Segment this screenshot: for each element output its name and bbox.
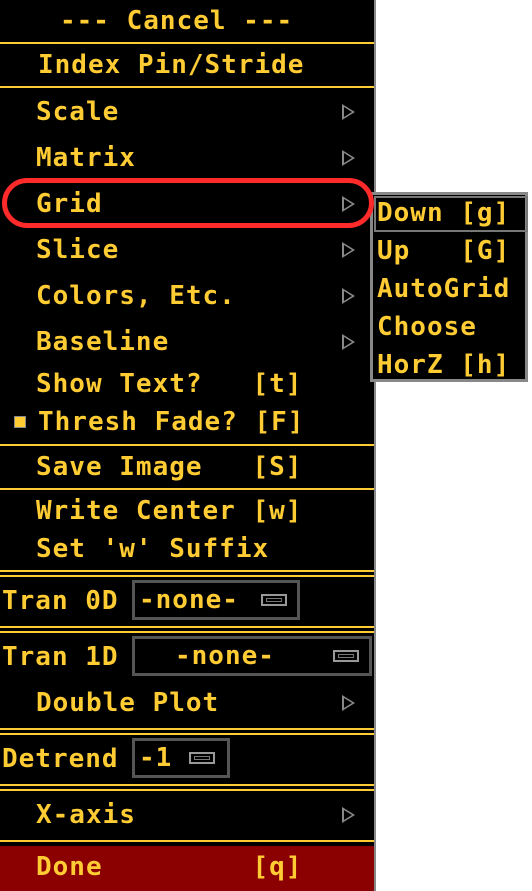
separator — [0, 789, 374, 791]
separator — [0, 42, 374, 44]
option-menu-button-icon — [189, 752, 215, 764]
submenu-arrow-icon — [342, 150, 355, 166]
separator — [0, 86, 374, 88]
detrend-label: Detrend — [2, 744, 119, 774]
tran-0d-label: Tran 0D — [2, 586, 119, 616]
option-menu-button-icon — [333, 650, 359, 662]
submenu-arrow-icon — [342, 288, 355, 304]
separator — [0, 570, 374, 572]
colors-etc-menu-item[interactable]: Colors, Etc. — [36, 281, 236, 311]
grid-autogrid-item[interactable]: AutoGrid — [377, 274, 510, 304]
slice-menu-item[interactable]: Slice — [36, 235, 119, 265]
separator — [0, 733, 374, 735]
x-axis-menu-item[interactable]: X-axis — [36, 800, 136, 830]
separator — [0, 626, 374, 628]
double-plot-menu-item[interactable]: Double Plot — [36, 688, 219, 718]
grid-up-item[interactable]: Up [G] — [377, 236, 510, 266]
tran-1d-label: Tran 1D — [2, 642, 119, 672]
toggle-on-indicator-icon — [14, 416, 26, 428]
option-menu-button-icon — [261, 594, 287, 606]
submenu-arrow-icon — [342, 334, 355, 350]
grid-choose-item[interactable]: Choose — [377, 312, 477, 342]
save-image-item[interactable]: Save Image [S] — [36, 452, 302, 482]
tran-1d-value: -none- — [175, 641, 275, 671]
tran-0d-value: -none- — [139, 585, 239, 615]
grid-highlight-annotation — [2, 178, 374, 228]
grid-horz-item[interactable]: HorZ [h] — [377, 350, 510, 380]
grid-down-item[interactable]: Down [g] — [377, 198, 510, 228]
detrend-value: -1 — [139, 743, 173, 773]
submenu-arrow-icon — [342, 242, 355, 258]
separator — [0, 728, 374, 730]
write-center-item[interactable]: Write Center [w] — [36, 496, 302, 526]
separator — [0, 444, 374, 446]
tran-1d-select[interactable]: -none- — [132, 636, 372, 676]
done-label: Done [q] — [36, 852, 303, 882]
baseline-menu-item[interactable]: Baseline — [36, 327, 169, 357]
detrend-select[interactable]: -1 — [132, 738, 230, 778]
submenu-arrow-icon — [342, 807, 355, 823]
submenu-arrow-icon — [342, 104, 355, 120]
separator — [0, 840, 374, 842]
matrix-menu-item[interactable]: Matrix — [36, 143, 136, 173]
set-w-suffix-item[interactable]: Set 'w' Suffix — [36, 534, 269, 564]
grid-menu-panel: --- Cancel --- Index Pin/Stride Scale Ma… — [0, 0, 376, 891]
cancel-menu-item[interactable]: --- Cancel --- — [60, 6, 293, 36]
separator — [0, 488, 374, 490]
separator — [0, 631, 374, 633]
separator — [0, 575, 374, 577]
tran-0d-select[interactable]: -none- — [132, 580, 300, 620]
separator — [0, 784, 374, 786]
scale-menu-item[interactable]: Scale — [36, 97, 119, 127]
submenu-arrow-icon — [342, 695, 355, 711]
index-pin-stride-item[interactable]: Index Pin/Stride — [38, 50, 304, 80]
show-text-toggle[interactable]: Show Text? [t] — [36, 369, 302, 399]
thresh-fade-toggle[interactable]: Thresh Fade? [F] — [38, 407, 304, 437]
